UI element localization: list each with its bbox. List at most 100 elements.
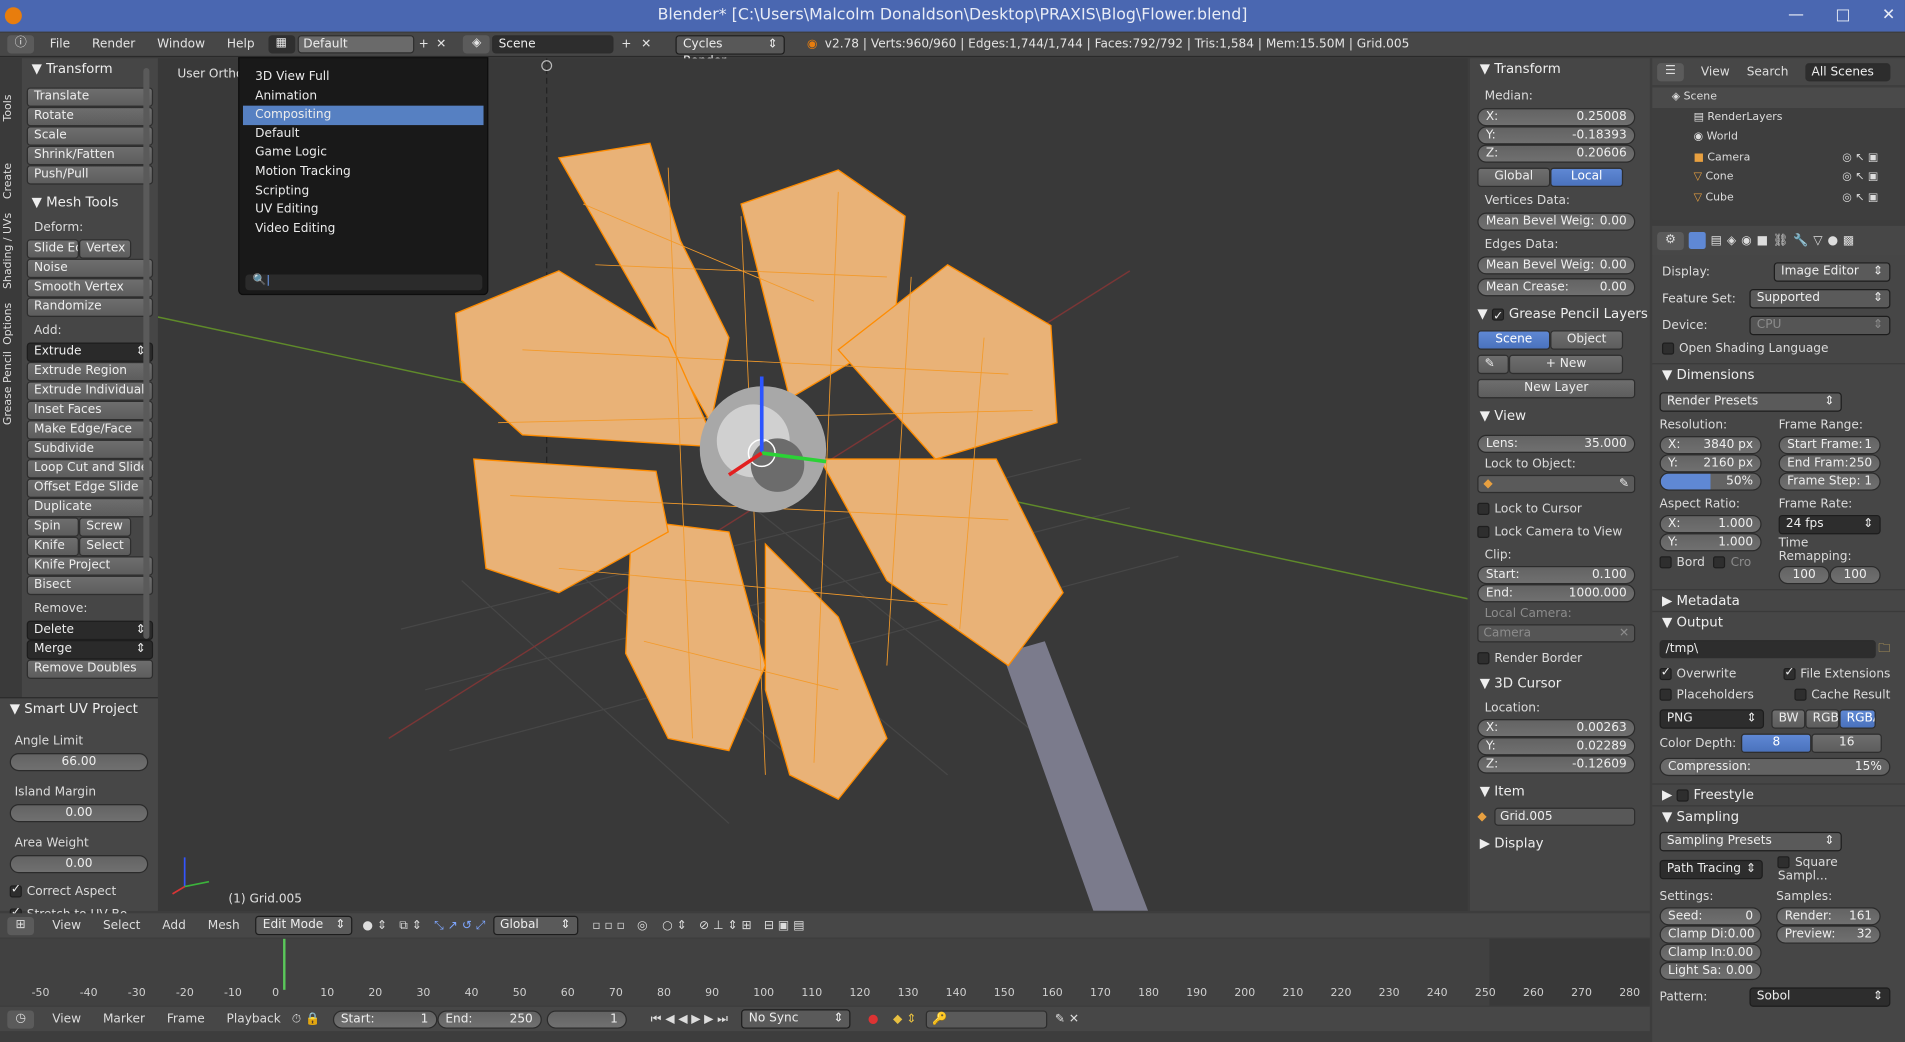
compression-slider[interactable]: Compression: 15% [1659,757,1891,777]
scene-field[interactable]: Scene [492,35,614,54]
item-header[interactable]: ▼ Item [1470,781,1650,803]
res-y-field[interactable]: Y: 2160 px [1659,454,1762,473]
outliner-item-renderlayers[interactable]: ▤ RenderLayers [1652,107,1905,127]
clamp-indirect-field[interactable]: Clamp In: 0.00 [1659,943,1762,962]
select-mode-icons[interactable]: ▫ ▫ ▫ [592,919,624,932]
tab-options[interactable]: Options [2,291,14,345]
dimensions-header[interactable]: ▼ Dimensions [1652,363,1905,385]
outliner-menu-view[interactable]: View [1701,65,1730,78]
median-x-field[interactable]: X: 0.25008 [1477,108,1636,127]
keying-icons[interactable]: ✎ ✕ [1055,1012,1079,1025]
push-pull-button[interactable]: Push/Pull [26,165,154,185]
timeline-menu-playback[interactable]: Playback [216,1012,292,1025]
remove-doubles-button[interactable]: Remove Doubles [26,659,154,679]
timeline-editor-icon[interactable]: ◷ [7,1009,35,1029]
properties-editor-icon[interactable]: ⚙ [1657,231,1684,250]
layout-item-motion-tracking[interactable]: Motion Tracking [239,163,487,182]
mean-bevel-edge-field[interactable]: Mean Bevel Weig: 0.00 [1477,256,1636,275]
scene-icon[interactable]: ◈ [463,35,491,54]
screen-layout-icon[interactable]: ▦ [267,35,295,54]
local-toggle[interactable]: Local [1550,167,1624,188]
grease-pencil-header[interactable]: ▼ Grease Pencil Layers [1470,304,1650,328]
seed-field[interactable]: Seed: 0 [1659,907,1762,926]
extrude-region-button[interactable]: Extrude Region [26,361,154,382]
end-frame-field[interactable]: End Fram: 250 [1778,454,1881,473]
tab-shading-uvs[interactable]: Shading / UVs [2,202,14,289]
cursor-z-field[interactable]: Z: -0.12609 [1477,755,1636,774]
pencil-icon[interactable]: ✎ [1477,354,1509,375]
new-layer-button[interactable]: New Layer [1477,378,1636,399]
menu-help[interactable]: Help [216,38,266,51]
preview-range-icons[interactable]: ⏱ 🔒 [292,1012,320,1025]
folder-icon[interactable]: 🗀 [1878,640,1890,661]
modifiers-tab-icon[interactable]: 🔧 [1793,234,1808,247]
toolshelf-scrollbar[interactable] [143,68,150,639]
device-select[interactable]: CPU ⇕ [1749,315,1891,336]
render-icons[interactable]: ⊟ ▣ ▤ [764,919,805,932]
aspect-y-field[interactable]: Y: 1.000 [1659,533,1762,552]
orientation-select[interactable]: Global ⇕ [492,915,578,936]
visibility-eye-icon[interactable]: ◎ ↖ ▣ [1842,168,1905,188]
layout-item-video-editing[interactable]: Video Editing [239,220,487,239]
eyedropper-icon[interactable]: ✎ [1619,476,1629,492]
view-panel-header[interactable]: ▼ View [1470,406,1650,428]
scene-tab-icon[interactable]: ◈ [1727,234,1736,247]
mean-crease-field[interactable]: Mean Crease: 0.00 [1477,278,1636,297]
offset-edge-slide-button[interactable]: Offset Edge Slide [26,478,154,498]
noise-button[interactable]: Noise [26,258,154,279]
layout-item-game-logic[interactable]: Game Logic [239,144,487,163]
remap-new-field[interactable]: 100 [1829,565,1881,585]
light-sampling-field[interactable]: Light Sa: 0.00 [1659,961,1762,981]
layout-item-uv-editing[interactable]: UV Editing [239,201,487,220]
timeline[interactable]: -50 -40 -30 -20 -10 0 10 20 30 40 50 60 70 80 90 100 110… [0,938,1650,1006]
pivot-icon[interactable]: ⧉ ⇕ [399,919,422,932]
texture-tab-icon[interactable]: ▩ [1843,234,1854,247]
integrator-select[interactable]: Path Tracing ⇕ [1659,859,1764,880]
metadata-header[interactable]: ▶ Metadata [1652,589,1905,611]
preview-samples-field[interactable]: Preview: 32 [1776,925,1881,944]
pattern-select[interactable]: Sobol ⇕ [1749,987,1891,1007]
view3d-editor-icon[interactable]: ⊞ [7,916,35,935]
subdivide-button[interactable]: Subdivide [26,439,154,460]
cursor-y-field[interactable]: Y: 0.02289 [1477,737,1636,756]
file-extensions-checkbox[interactable]: File Extensions [1783,666,1890,681]
layout-item-3d-view-full[interactable]: 3D View Full [239,68,487,87]
3d-cursor-header[interactable]: ▼ 3D Cursor [1470,673,1650,695]
display-header[interactable]: ▶ Display [1470,833,1650,855]
mode-select[interactable]: Edit Mode ⇕ [255,915,353,936]
record-icon[interactable]: ● [868,1012,879,1025]
menu-file[interactable]: File [39,38,81,51]
outliner-menu-search[interactable]: Search [1747,65,1789,78]
timeline-menu-view[interactable]: View [41,1012,92,1025]
randomize-button[interactable]: Randomize [26,297,154,317]
extrude-individual-button[interactable]: Extrude Individual [26,381,154,401]
tab-create[interactable]: Create [2,143,14,199]
mean-bevel-vertex-field[interactable]: Mean Bevel Weig: 0.00 [1477,212,1636,231]
remove-layout-icon[interactable]: ✕ [436,38,446,51]
minimize-button[interactable]: — [1788,0,1804,32]
osl-checkbox[interactable]: Open Shading Language [1661,342,1890,356]
aspect-x-field[interactable]: X: 1.000 [1659,514,1762,534]
median-y-field[interactable]: Y: -0.18393 [1477,126,1636,145]
view3d-menu-mesh[interactable]: Mesh [197,919,251,932]
lock-object-field[interactable]: ◆ ✎ [1477,474,1636,494]
outliner-item-scene[interactable]: ◈ Scene [1652,87,1905,108]
file-format-select[interactable]: PNG ⇕ [1659,709,1765,729]
layout-item-scripting[interactable]: Scripting [239,182,487,201]
frame-step-field[interactable]: Frame Step: 1 [1778,472,1881,491]
close-window-button[interactable]: ✕ [1882,0,1895,32]
output-header[interactable]: ▼ Output [1652,610,1905,633]
lock-cursor-checkbox[interactable]: Lock to Cursor [1477,502,1635,516]
output-path-input[interactable]: /tmp\ [1659,640,1876,659]
outliner-item-cube[interactable]: ▽ Cube ◎ ↖ ▣ [1652,188,1905,208]
world-tab-icon[interactable]: ◉ [1741,234,1752,247]
knife-button[interactable]: Knife [26,536,79,557]
view3d-menu-view[interactable]: View [41,919,92,932]
timeline-menu-marker[interactable]: Marker [92,1012,156,1025]
timeline-start-field[interactable]: Start: 1 [332,1009,437,1029]
depth-8-toggle[interactable]: 8 [1741,733,1812,753]
cursor-x-field[interactable]: X: 0.00263 [1477,718,1636,738]
display-mode-select[interactable]: Image Editor ⇕ [1773,262,1891,282]
outliner-filter[interactable]: All Scenes [1805,62,1891,81]
rgba-toggle[interactable]: RGBA [1839,709,1876,729]
